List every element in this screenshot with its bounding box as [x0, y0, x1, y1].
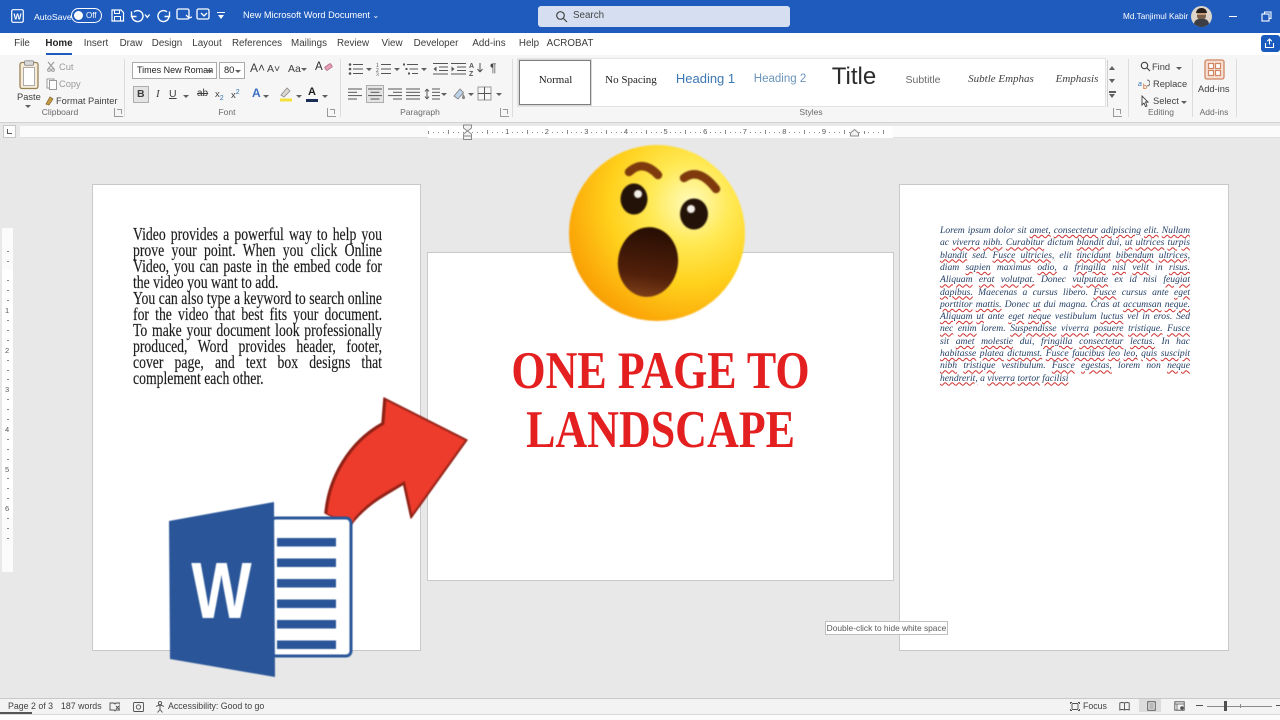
svg-text:W: W — [191, 546, 252, 635]
svg-text:3: 3 — [376, 73, 379, 77]
svg-text:b: b — [1143, 84, 1147, 90]
svg-text:W: W — [13, 12, 22, 22]
svg-text:A: A — [469, 63, 474, 70]
svg-text:Z: Z — [469, 71, 474, 76]
svg-text:a: a — [1138, 81, 1142, 88]
